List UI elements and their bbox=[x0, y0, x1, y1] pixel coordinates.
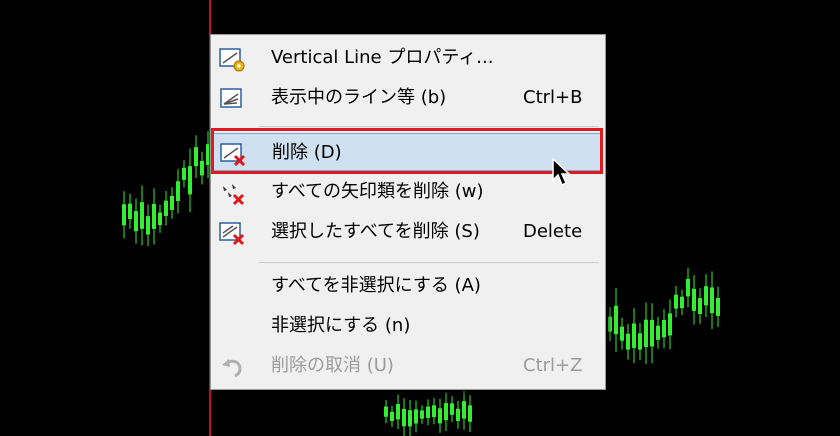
menu-item-undo-delete[interactable]: 削除の取消 (U) Ctrl+Z bbox=[213, 347, 603, 385]
candle-body bbox=[462, 401, 466, 419]
candle-body bbox=[638, 333, 642, 350]
candle-body bbox=[644, 319, 648, 348]
candle-body bbox=[384, 406, 388, 417]
objects-list-icon bbox=[220, 88, 242, 108]
candle-body bbox=[608, 316, 612, 332]
candle-body bbox=[408, 410, 412, 427]
candle-body bbox=[614, 305, 618, 335]
menu-item-delete-all-arrows[interactable]: すべての矢印類を削除 (w) bbox=[213, 173, 603, 211]
candle-body bbox=[620, 326, 624, 341]
menu-item-label: 選択したすべてを削除 (S) bbox=[271, 221, 480, 242]
line-properties-icon bbox=[219, 48, 245, 72]
candle-body bbox=[716, 297, 720, 316]
candle-body bbox=[468, 405, 472, 422]
menu-item-label: すべての矢印類を削除 (w) bbox=[271, 181, 484, 202]
candle-body bbox=[444, 403, 448, 421]
undo-icon bbox=[222, 359, 242, 378]
menu-item-label: 非選択にする (n) bbox=[271, 315, 411, 336]
menu-item-label: 削除の取消 (U) bbox=[271, 355, 394, 376]
candle-body bbox=[662, 319, 666, 338]
delete-line-icon bbox=[220, 143, 246, 167]
candle-body bbox=[182, 167, 186, 180]
candle-body bbox=[450, 403, 454, 415]
candle-body bbox=[632, 323, 636, 348]
menu-item-delete[interactable]: 削除 (D) bbox=[213, 133, 603, 171]
candle-body bbox=[698, 298, 702, 314]
candle-body bbox=[704, 286, 708, 306]
candle-body bbox=[158, 212, 162, 226]
candle-body bbox=[432, 405, 436, 418]
candle-body bbox=[396, 404, 400, 420]
candle-body bbox=[686, 278, 690, 297]
candle-body bbox=[420, 410, 424, 419]
candle-body bbox=[200, 160, 204, 176]
menu-item-shortcut: Ctrl+Z bbox=[523, 355, 583, 376]
candle-body bbox=[194, 147, 198, 167]
context-menu: Vertical Line プロパティ... 表示中のライン等 (b) Ctrl… bbox=[210, 34, 606, 390]
candle-body bbox=[140, 202, 144, 229]
candle-body bbox=[626, 333, 630, 350]
candle-body bbox=[668, 313, 672, 336]
candle-body bbox=[456, 408, 460, 421]
delete-arrows-icon bbox=[223, 184, 245, 206]
candle-body bbox=[680, 296, 684, 309]
menu-item-deselect[interactable]: 非選択にする (n) bbox=[213, 307, 603, 345]
candle-body bbox=[438, 408, 442, 424]
candle-body bbox=[650, 319, 654, 347]
candle-body bbox=[674, 294, 678, 309]
candle-body bbox=[134, 211, 138, 232]
mouse-pointer-icon bbox=[552, 158, 570, 187]
delete-selected-icon bbox=[219, 222, 245, 246]
menu-item-shortcut: Delete bbox=[523, 221, 583, 242]
candle-body bbox=[692, 288, 696, 311]
candle-body bbox=[188, 166, 192, 195]
candle-body bbox=[170, 195, 174, 210]
menu-item-delete-selected[interactable]: 選択したすべてを削除 (S) Delete bbox=[213, 213, 603, 251]
candle-body bbox=[402, 408, 406, 427]
menu-separator bbox=[259, 262, 599, 263]
candle-body bbox=[426, 406, 430, 418]
menu-item-shortcut: Ctrl+B bbox=[523, 87, 583, 108]
menu-item-objects-list[interactable]: 表示中のライン等 (b) Ctrl+B bbox=[213, 79, 603, 117]
candle-body bbox=[710, 287, 714, 314]
candle-body bbox=[176, 181, 180, 202]
candle-body bbox=[122, 204, 126, 226]
menu-item-deselect-all[interactable]: すべてを非選択にする (A) bbox=[213, 267, 603, 305]
menu-separator bbox=[259, 126, 599, 127]
menu-item-properties[interactable]: Vertical Line プロパティ... bbox=[213, 39, 603, 77]
candle-body bbox=[656, 325, 660, 340]
menu-item-label: 削除 (D) bbox=[272, 142, 342, 163]
candle-body bbox=[152, 203, 156, 229]
candle-body bbox=[146, 216, 150, 235]
candle-body bbox=[414, 409, 418, 424]
menu-item-label: Vertical Line プロパティ... bbox=[271, 47, 494, 68]
candle-body bbox=[164, 200, 168, 216]
menu-item-label: 表示中のライン等 (b) bbox=[271, 87, 447, 108]
candle-body bbox=[390, 411, 394, 422]
candle-body bbox=[128, 203, 132, 220]
menu-item-label: すべてを非選択にする (A) bbox=[271, 275, 481, 296]
